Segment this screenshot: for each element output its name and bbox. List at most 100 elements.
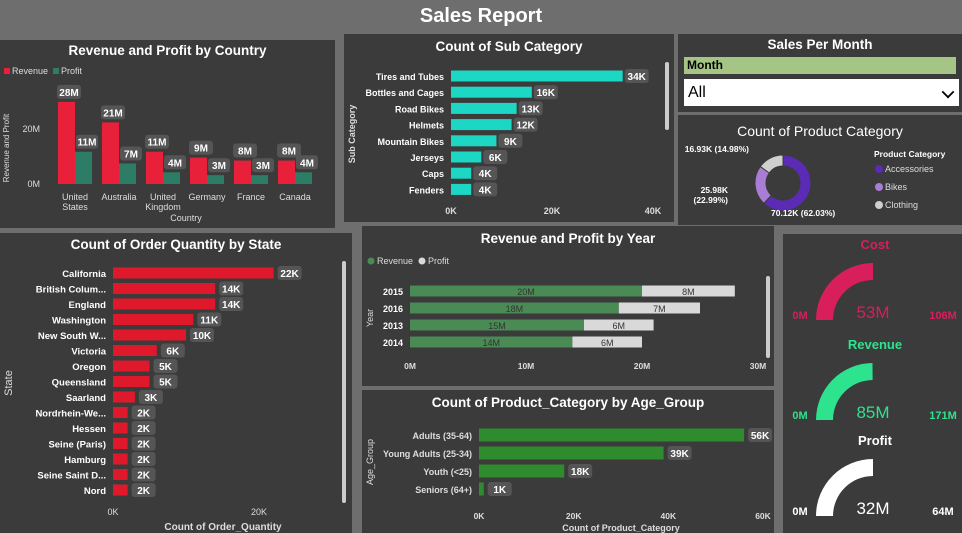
bar: [451, 183, 472, 195]
y-axis-label: Revenue and Profit: [2, 113, 11, 182]
x-tick: 0K: [445, 206, 457, 216]
year-chart: Revenue Profit Year 2015 20M 8M 2016 18M 7M 2013 1…: [365, 256, 770, 371]
legend-label: Bikes: [885, 182, 908, 192]
data-label: 10K: [193, 331, 212, 342]
report-title: Sales Report: [419, 5, 543, 27]
data-label-revenue: 15M: [488, 321, 506, 331]
data-label-revenue: 11M: [148, 138, 167, 149]
y-axis-label: Year: [365, 309, 375, 327]
legend-revenue-label: Revenue: [12, 66, 48, 76]
gauge-title: Profit: [858, 433, 893, 448]
gauge-min: 0M: [792, 506, 807, 518]
x-tick: 10M: [518, 361, 535, 371]
chevron-down-icon: [941, 85, 955, 99]
x-tick: 20K: [544, 206, 561, 216]
data-label-revenue: 9M: [194, 144, 208, 155]
data-label-revenue: 8M: [238, 147, 252, 158]
category-label: New South W...: [38, 331, 106, 342]
legend-title: Product Category: [874, 149, 946, 159]
x-tick-label: Canada: [279, 192, 311, 202]
bar: [479, 464, 565, 478]
month-dropdown[interactable]: All: [684, 79, 959, 106]
bar: [479, 428, 745, 442]
category-label: Jerseys: [410, 153, 444, 163]
data-label: 5K: [159, 362, 173, 373]
legend-revenue-swatch: [367, 257, 375, 265]
state-chart-panel[interactable]: Count of Order Quantity by State State Ca…: [0, 233, 352, 533]
category-label: Bottles and Cages: [365, 88, 444, 98]
age-chart: Age_Group Adults (35-64) 56K Young Adults (…: [365, 428, 773, 533]
category-label: 2016: [383, 304, 403, 314]
data-label: 1K: [493, 485, 507, 496]
scrollbar: [766, 276, 770, 358]
bar: [451, 167, 472, 179]
data-label-revenue: 14M: [482, 338, 500, 348]
x-tick: 30M: [750, 361, 767, 371]
category-label: Oregon: [72, 362, 106, 373]
y-axis-label: State: [3, 370, 15, 396]
gauge-max: 106M: [929, 310, 957, 322]
bar: [113, 360, 150, 372]
state-chart: State California 22K British Colum... 14K Eng…: [3, 261, 346, 533]
legend-label: Clothing: [885, 200, 918, 210]
x-tick: 0K: [107, 507, 118, 517]
category-label: Saarland: [66, 393, 106, 404]
gauge-value: 53M: [856, 303, 889, 322]
country-chart-panel[interactable]: Revenue and Profit by Country Revenue Pro…: [0, 40, 335, 228]
data-label: 2K: [137, 455, 151, 466]
category-label: Nord: [84, 486, 106, 497]
data-label-profit: 8M: [682, 287, 695, 297]
bar: [113, 484, 128, 496]
bar-profit: [119, 163, 136, 184]
legend-revenue-label: Revenue: [377, 256, 413, 266]
bar: [113, 391, 135, 403]
data-label-profit: 7M: [653, 304, 666, 314]
category-label: Queensland: [52, 378, 107, 389]
legend-swatch: [875, 165, 883, 173]
category-label: Hamburg: [64, 455, 106, 466]
category-label: Nordrhein-We...: [35, 409, 106, 420]
x-tick-label: Kingdom: [145, 202, 181, 212]
data-label: 2K: [137, 471, 151, 482]
x-axis-label: Count of Product_Category: [562, 523, 680, 533]
category-label: Young Adults (25-34): [383, 449, 472, 459]
data-label: 18K: [571, 467, 590, 478]
data-label: 6K: [489, 153, 503, 164]
data-label: 13K: [521, 104, 540, 115]
data-label: 2K: [137, 486, 151, 497]
x-tick: 40K: [645, 206, 662, 216]
gauge-title: Cost: [861, 237, 891, 252]
y-axis-label: Sub Category: [347, 105, 357, 164]
category-label: Mountain Bikes: [377, 137, 444, 147]
gauge-min: 0M: [792, 410, 807, 422]
gauge-max: 171M: [929, 410, 957, 422]
data-label: 34K: [628, 72, 647, 83]
bar: [479, 482, 484, 496]
bar: [113, 298, 216, 310]
bar: [451, 119, 512, 131]
slice-label-bikes: 25.98K: [701, 185, 729, 195]
category-label: 2014: [383, 338, 403, 348]
age-chart-panel[interactable]: Count of Product_Category by Age_Group A…: [362, 390, 774, 533]
gauge-max: 64M: [932, 506, 953, 518]
slice-label-bikes: (22.99%): [694, 195, 729, 205]
category-label: Victoria: [71, 347, 106, 358]
y-tick: 20M: [22, 124, 40, 134]
data-label-revenue: 20M: [517, 287, 535, 297]
product-category-panel[interactable]: Count of Product Category 70.12K (62.03%…: [678, 115, 962, 225]
gauges-panel[interactable]: Cost 53M 0M 106M Revenue 85M 0M 171M Profit 32M 0M…: [783, 234, 962, 533]
bar-profit: [75, 151, 92, 184]
data-label: 11K: [200, 316, 219, 327]
data-label: 9K: [504, 137, 518, 148]
bar-revenue: [102, 122, 119, 184]
product-category-donut: 70.12K (62.03%) 25.98K(22.99%) 16.93K (14.…: [685, 144, 946, 218]
legend-profit-swatch: [418, 257, 426, 265]
subcat-chart-panel[interactable]: Count of Sub Category Sub Category Tires …: [344, 34, 674, 222]
category-label: 2013: [383, 321, 403, 331]
scrollbar: [665, 62, 669, 130]
year-chart-panel[interactable]: Revenue and Profit by Year Revenue Profit…: [362, 226, 774, 386]
category-label: Hessen: [72, 424, 106, 435]
x-tick-label: States: [62, 202, 88, 212]
data-label-profit: 4M: [300, 158, 314, 169]
x-tick-label: Australia: [101, 192, 136, 202]
